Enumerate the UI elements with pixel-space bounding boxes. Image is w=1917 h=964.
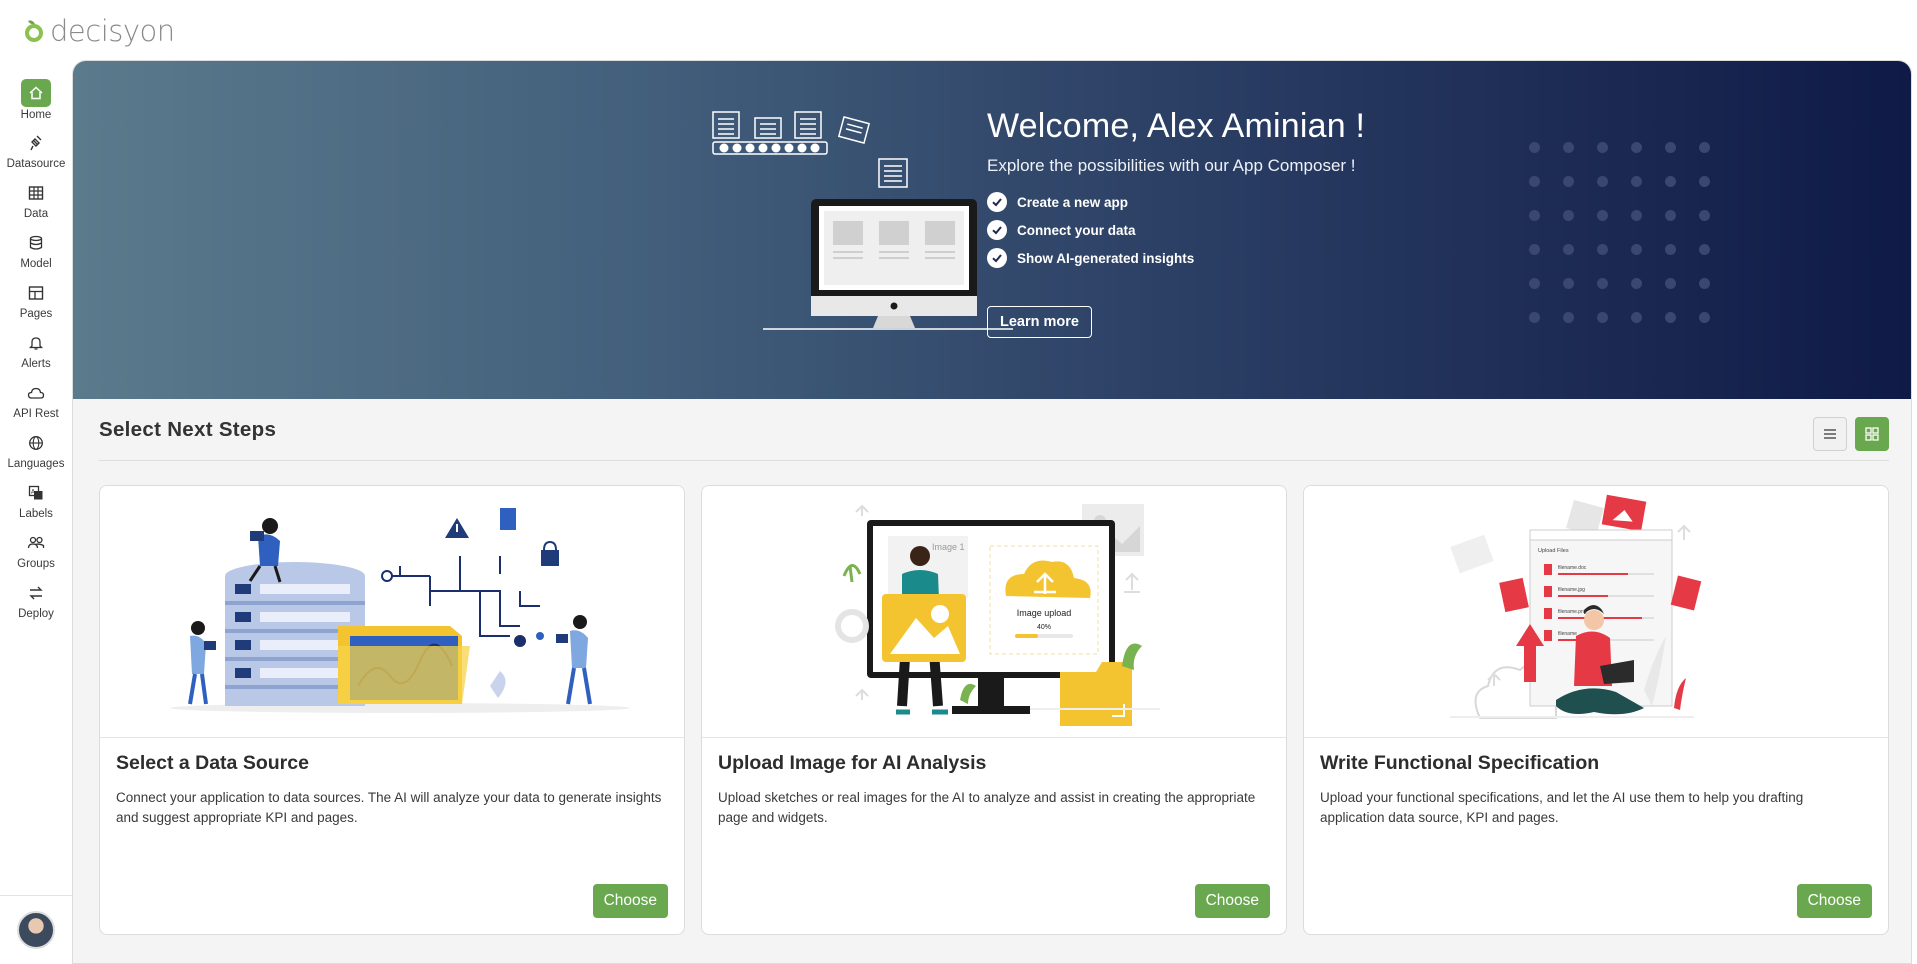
grid-icon [1865,427,1879,441]
sidebar-item-label: Datasource [6,158,66,170]
deploy-icon [21,580,51,606]
feature-item: Connect your data [987,216,1365,244]
brand-name: decisyon [50,14,175,48]
cloud-icon [21,380,51,406]
sidebar-item-label: Pages [19,308,53,320]
pages-icon [21,280,51,306]
card-description: Upload your functional specifications, a… [1320,790,1804,825]
view-toggle [1813,417,1889,451]
check-circle-icon [987,192,1007,212]
sidebar-item-label: Languages [7,458,65,470]
sidebar-item-home[interactable]: Home [0,75,72,125]
sidebar-item-label: Model [20,258,52,270]
section-title: Select Next Steps [99,417,277,441]
sidebar-item-model[interactable]: Model [0,225,72,275]
feature-item: Create a new app [987,188,1365,216]
feature-label: Show AI-generated insights [1017,250,1195,266]
check-circle-icon [987,248,1007,268]
next-steps-header: Select Next Steps [99,399,1889,461]
step-cards: Select a Data Source Connect your applic… [99,485,1889,935]
choose-data-source-button[interactable]: Choose [592,884,668,918]
translate-icon: A [21,480,51,506]
groups-icon [21,530,51,556]
list-view-button[interactable] [1813,417,1847,451]
sidebar-item-label: Home [20,109,52,121]
feature-item: Show AI-generated insights [987,244,1365,272]
sidebar-item-data[interactable]: Data [0,175,72,225]
file-name: filename.doc [1558,565,1587,571]
card-title: Write Functional Specification [1320,752,1600,774]
list-icon [1824,429,1836,439]
card-description: Connect your application to data sources… [116,790,662,825]
feature-label: Create a new app [1017,194,1129,210]
sidebar-item-label: Alerts [21,358,51,370]
feature-list: Create a new app Connect your data Show … [987,188,1365,272]
computer-illustration [633,106,1016,346]
upload-image-illustration: Image 1 Image upload 40% [702,486,1286,738]
datasource-icon [21,130,51,156]
functional-spec-illustration: Upload Files filename.doc filename.jpg f… [1304,486,1888,738]
sidebar-item-label: Deploy [18,608,54,620]
upload-progress-bar [1015,634,1038,638]
sidebar-nav: Home Datasource Data Model Pages Alerts [0,75,72,625]
sidebar-item-labels[interactable]: A Labels [0,475,72,525]
brand-logo: decisyon [22,14,175,48]
welcome-subtitle: Explore the possibilities with our App C… [987,156,1356,175]
sidebar-item-label: Labels [19,508,53,520]
choose-upload-image-button[interactable]: Choose [1194,884,1270,918]
globe-icon [21,430,51,456]
sidebar-footer [0,895,72,964]
card-description: Upload sketches or real images for the A… [718,790,1256,825]
database-icon [21,230,51,256]
home-icon [21,79,51,107]
table-icon [21,180,51,206]
sidebar-item-datasource[interactable]: Datasource [0,125,72,175]
step-card-upload-image: Image 1 Image upload 40% Upload Image fo… [701,485,1287,935]
file-name: filename.png [1558,609,1587,615]
learn-more-button[interactable]: Learn more [987,306,1092,338]
welcome-title: Welcome, Alex Aminian ! [987,107,1366,145]
hero-text: Welcome, Alex Aminian ! Explore the poss… [987,107,1365,338]
sidebar-item-pages[interactable]: Pages [0,275,72,325]
sidebar-item-label: API Rest [13,408,59,420]
user-avatar[interactable] [17,911,55,949]
main-content: Welcome, Alex Aminian ! Explore the poss… [72,60,1912,964]
feature-label: Connect your data [1017,222,1136,238]
sidebar-item-label: Data [23,208,49,220]
data-source-illustration [100,486,684,738]
check-circle-icon [987,220,1007,240]
step-card-data-source: Select a Data Source Connect your applic… [99,485,685,935]
sidebar-item-alerts[interactable]: Alerts [0,325,72,375]
decorative-dot-grid [1529,142,1719,323]
upload-progress-text: 40% [1037,624,1051,631]
sidebar-item-groups[interactable]: Groups [0,525,72,575]
welcome-hero: Welcome, Alex Aminian ! Explore the poss… [73,61,1911,399]
image-caption: Image 1 [932,542,965,552]
step-card-functional-spec: Upload Files filename.doc filename.jpg f… [1303,485,1889,935]
card-title: Select a Data Source [116,752,309,774]
grid-view-button[interactable] [1855,417,1889,451]
logo-icon [22,17,46,45]
bell-icon [21,330,51,356]
sidebar-item-label: Groups [17,558,55,570]
card-title: Upload Image for AI Analysis [718,752,987,774]
sidebar-item-deploy[interactable]: Deploy [0,575,72,625]
upload-panel-title: Upload Files [1538,548,1569,554]
file-name: filename [1558,631,1577,637]
upload-label: Image upload [1017,608,1072,618]
sidebar-item-languages[interactable]: Languages [0,425,72,475]
file-name: filename.jpg [1558,587,1585,593]
sidebar-item-api-rest[interactable]: API Rest [0,375,72,425]
choose-functional-spec-button[interactable]: Choose [1796,884,1872,918]
